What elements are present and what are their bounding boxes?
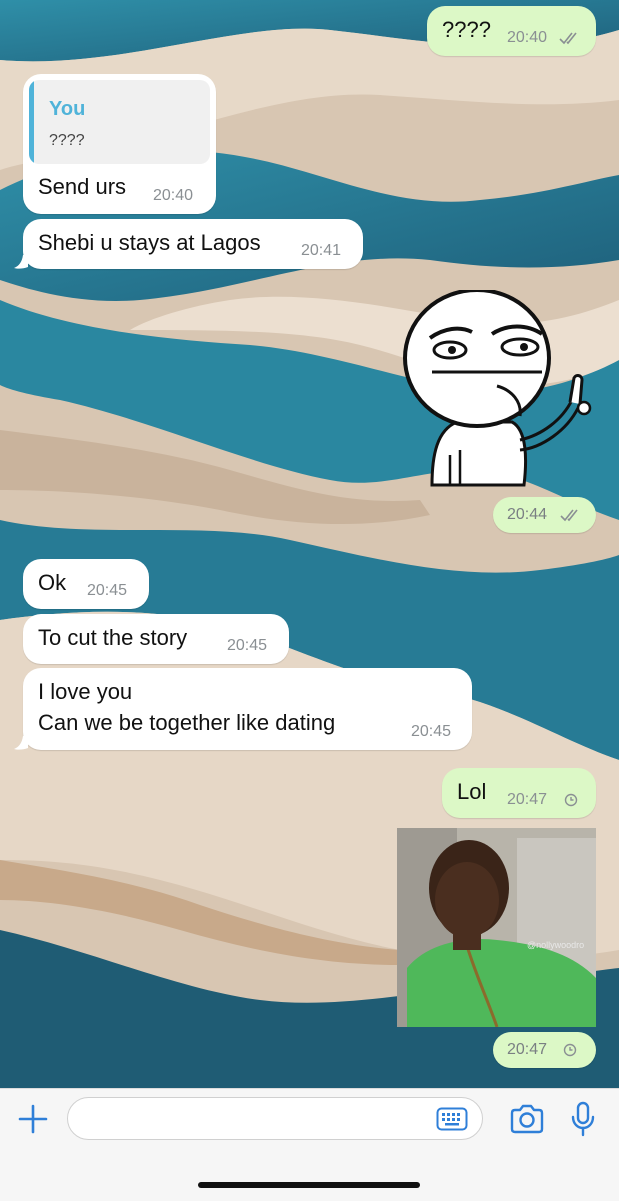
message-text: Ok — [38, 570, 67, 595]
quote-text: ???? — [49, 132, 85, 149]
image-watermark: @nollywoodro — [527, 940, 584, 950]
clock-pending-icon — [564, 793, 578, 807]
message-text: Send urs — [38, 174, 127, 199]
message-time: 20:47 — [507, 1041, 548, 1058]
double-check-icon — [560, 509, 578, 522]
meme-photo: @nollywoodro — [397, 828, 596, 1027]
keyboard-icon[interactable] — [436, 1107, 468, 1131]
message-time: 20:40 — [507, 29, 548, 46]
message-text: To cut the story — [38, 625, 188, 650]
bubble-tail — [14, 736, 28, 750]
message-text: ???? — [442, 17, 491, 42]
message-time: 20:45 — [87, 582, 128, 599]
message-time-badge: 20:44 — [493, 497, 596, 533]
incoming-message[interactable]: You ???? Send urs 20:40 — [23, 74, 216, 214]
message-time: 20:41 — [301, 242, 342, 259]
quoted-reply[interactable]: You ???? — [29, 80, 210, 164]
image-message[interactable]: @nollywoodro — [397, 828, 596, 1027]
message-time: 20:40 — [153, 187, 194, 204]
home-indicator — [198, 1182, 420, 1188]
outgoing-message[interactable]: ???? 20:40 — [427, 6, 596, 56]
plus-icon[interactable] — [17, 1103, 49, 1135]
message-text: Lol — [457, 779, 487, 804]
message-time: 20:45 — [227, 637, 268, 654]
double-check-icon — [559, 32, 577, 45]
bubble-tail — [14, 255, 28, 269]
message-text: Shebi u stays at Lagos — [38, 230, 261, 255]
message-time-badge: 20:47 — [493, 1032, 596, 1068]
camera-icon[interactable] — [509, 1104, 545, 1134]
message-time: 20:45 — [411, 723, 452, 740]
message-input[interactable] — [67, 1097, 483, 1140]
message-text-line-1: I love you — [38, 679, 133, 704]
incoming-message[interactable]: To cut the story 20:45 — [23, 614, 289, 664]
message-time: 20:47 — [507, 791, 548, 808]
microphone-icon[interactable] — [570, 1101, 596, 1137]
incoming-message[interactable]: I love you Can we be together like datin… — [23, 668, 472, 750]
quote-accent-bar — [29, 80, 34, 164]
incoming-message[interactable]: Ok 20:45 — [23, 559, 149, 609]
message-text-line-2: Can we be together like dating — [38, 710, 336, 735]
quote-author: You — [49, 98, 86, 120]
message-time: 20:44 — [507, 506, 548, 523]
clock-pending-icon — [563, 1043, 577, 1057]
meme-sticker[interactable] — [402, 290, 592, 490]
outgoing-message[interactable]: Lol 20:47 — [442, 768, 596, 818]
incoming-message[interactable]: Shebi u stays at Lagos 20:41 — [23, 219, 363, 269]
